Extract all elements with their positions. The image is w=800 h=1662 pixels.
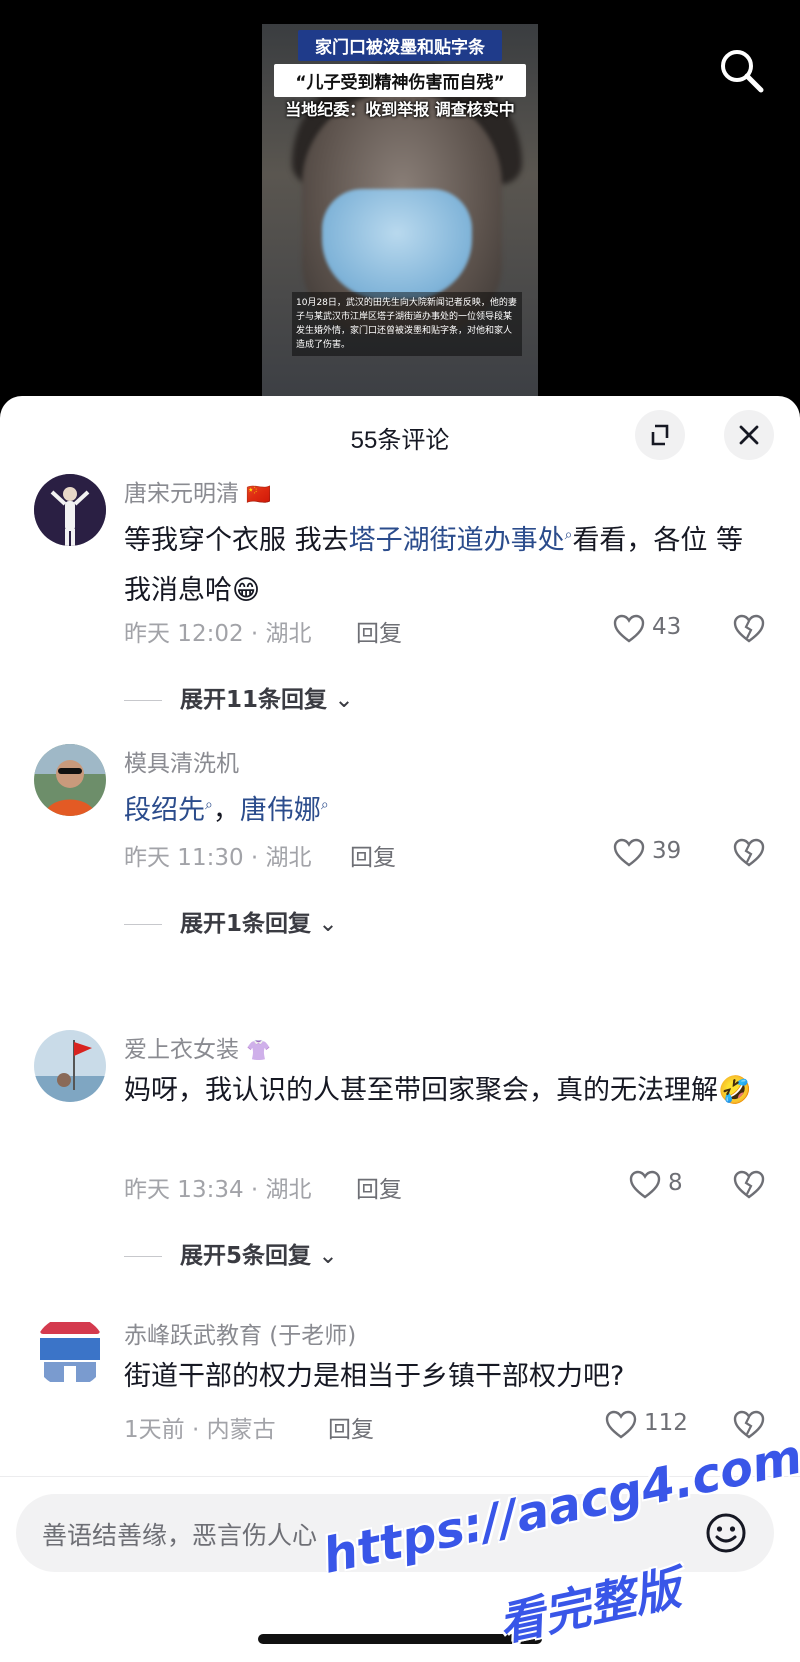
video-caption: 10月28日，武汉的田先生向大院新闻记者反映，他的妻子与某武汉市江岸区塔子湖街道…: [292, 292, 522, 356]
search-link-text: 塔子湖街道办事处: [348, 525, 565, 556]
comment-text-part: 等我穿个衣服 我去: [124, 525, 349, 556]
avatar-image: [34, 1030, 106, 1102]
like-button[interactable]: 8: [628, 1168, 708, 1202]
broken-heart-icon: [733, 838, 765, 867]
heart-icon: [613, 838, 645, 867]
expand-replies-label: 展开5条回复: [180, 1243, 312, 1269]
comment-meta: 昨天 13:34 · 湖北: [124, 1177, 312, 1203]
like-count: 8: [668, 1170, 683, 1196]
comment-meta: 昨天 12:02 · 湖北: [124, 621, 312, 647]
expand-replies-button[interactable]: 展开5条回复 ⌄: [124, 1236, 338, 1270]
chevron-down-icon: ⌄: [327, 687, 354, 713]
reply-button[interactable]: 回复: [356, 1170, 402, 1204]
search-link-text: 段绍先: [124, 795, 205, 826]
search-icon: [721, 50, 764, 93]
rofl-emoji-icon: 🤣: [718, 1075, 752, 1106]
avatar-image: [34, 1316, 106, 1388]
home-indicator[interactable]: [258, 1634, 542, 1644]
search-link-person-2[interactable]: 唐伟娜⌕: [240, 795, 329, 826]
search-button[interactable]: [715, 44, 769, 98]
comment-username[interactable]: 赤峰跃武教育 (于老师): [124, 1316, 356, 1350]
video-thumbnail[interactable]: 家门口被泼墨和贴字条 “儿子受到精神伤害而自残” 当地纪委：收到举报 调查核实中…: [262, 24, 538, 400]
comment-username[interactable]: 爱上衣女装 👚: [124, 1030, 271, 1064]
comment-meta: 昨天 11:30 · 湖北: [124, 845, 312, 871]
comment-meta: 1天前 · 内蒙古: [124, 1417, 276, 1443]
search-link-icon: ⌕: [320, 797, 329, 813]
comment-input-placeholder: 善语结善缘，恶言伤人心: [42, 1521, 318, 1550]
search-link-person-1[interactable]: 段绍先⌕: [124, 795, 213, 826]
like-button[interactable]: 112: [604, 1408, 688, 1442]
reply-button[interactable]: 回复: [328, 1410, 374, 1444]
dislike-button[interactable]: [732, 612, 766, 646]
broken-heart-icon: [733, 614, 765, 643]
video-person-mask: [322, 189, 472, 299]
search-link-text: 唐伟娜: [239, 795, 321, 826]
smiley-icon: [706, 1513, 746, 1553]
comment-text: 妈呀，我认识的人甚至带回家聚会，真的无法理解🤣: [124, 1066, 764, 1116]
chevron-down-icon: ⌄: [311, 911, 338, 937]
comment-text-part: 妈呀，我认识的人甚至带回家聚会，真的无法理解: [124, 1075, 718, 1106]
broken-heart-icon: [733, 1170, 765, 1199]
divider-line: [124, 1256, 162, 1257]
china-flag-icon: 🇨🇳: [246, 482, 272, 506]
dislike-button[interactable]: [732, 836, 766, 870]
expand-replies-button[interactable]: 展开1条回复 ⌄: [124, 904, 338, 938]
comment-username[interactable]: 模具清洗机: [124, 744, 239, 778]
video-headline-1: 家门口被泼墨和贴字条: [298, 30, 502, 61]
search-link-icon: ⌕: [205, 797, 213, 813]
reply-button[interactable]: 回复: [350, 838, 396, 872]
expand-sheet-button[interactable]: [635, 410, 685, 460]
heart-icon: [629, 1170, 661, 1199]
expand-replies-label: 展开11条回复: [180, 687, 328, 713]
comment-text: 等我穿个衣服 我去塔子湖街道办事处⌕看看，各位 等我消息哈😁: [124, 510, 764, 616]
dislike-button[interactable]: [732, 1168, 766, 1202]
close-sheet-button[interactable]: [724, 410, 774, 460]
search-link-tazihu[interactable]: 塔子湖街道办事处⌕: [349, 525, 573, 556]
avatar-image: [34, 474, 106, 546]
like-button[interactable]: 39: [612, 836, 692, 870]
comment-text: 段绍先⌕，唐伟娜⌕: [124, 780, 764, 836]
emoji-button[interactable]: [704, 1511, 748, 1555]
heart-icon: [605, 1410, 637, 1439]
comment-text: 街道干部的权力是相当于乡镇干部权力吧?: [124, 1361, 625, 1392]
like-count: 39: [652, 838, 682, 864]
expand-icon: [651, 424, 669, 446]
avatar[interactable]: [34, 1316, 106, 1388]
chevron-down-icon: ⌄: [311, 1243, 338, 1269]
heart-icon: [613, 614, 645, 643]
video-player[interactable]: 家门口被泼墨和贴字条 “儿子受到精神伤害而自残” 当地纪委：收到举报 调查核实中…: [0, 0, 800, 400]
grin-emoji-icon: 😁: [232, 575, 261, 606]
divider-line: [124, 700, 162, 701]
avatar[interactable]: [34, 1030, 106, 1102]
expand-replies-button[interactable]: 展开11条回复 ⌄: [124, 680, 354, 714]
comment-text-part: ，: [212, 795, 240, 826]
like-count: 43: [652, 614, 682, 640]
shirt-badge-icon: 👚: [246, 1038, 272, 1062]
reply-button[interactable]: 回复: [356, 614, 402, 648]
video-headline-2: “儿子受到精神伤害而自残”: [274, 64, 526, 97]
username-text: 爱上衣女装: [124, 1037, 239, 1063]
avatar[interactable]: [34, 474, 106, 546]
expand-replies-label: 展开1条回复: [180, 911, 312, 937]
username-text: 唐宋元明清: [124, 481, 239, 507]
close-icon: [739, 425, 759, 445]
avatar-image: [34, 744, 106, 816]
like-count: 112: [644, 1410, 688, 1436]
divider-line: [124, 924, 162, 925]
video-headline-3: 当地纪委：收到举报 调查核实中: [285, 100, 515, 119]
comment-username[interactable]: 唐宋元明清 🇨🇳: [124, 474, 271, 508]
avatar[interactable]: [34, 744, 106, 816]
like-button[interactable]: 43: [612, 612, 692, 646]
